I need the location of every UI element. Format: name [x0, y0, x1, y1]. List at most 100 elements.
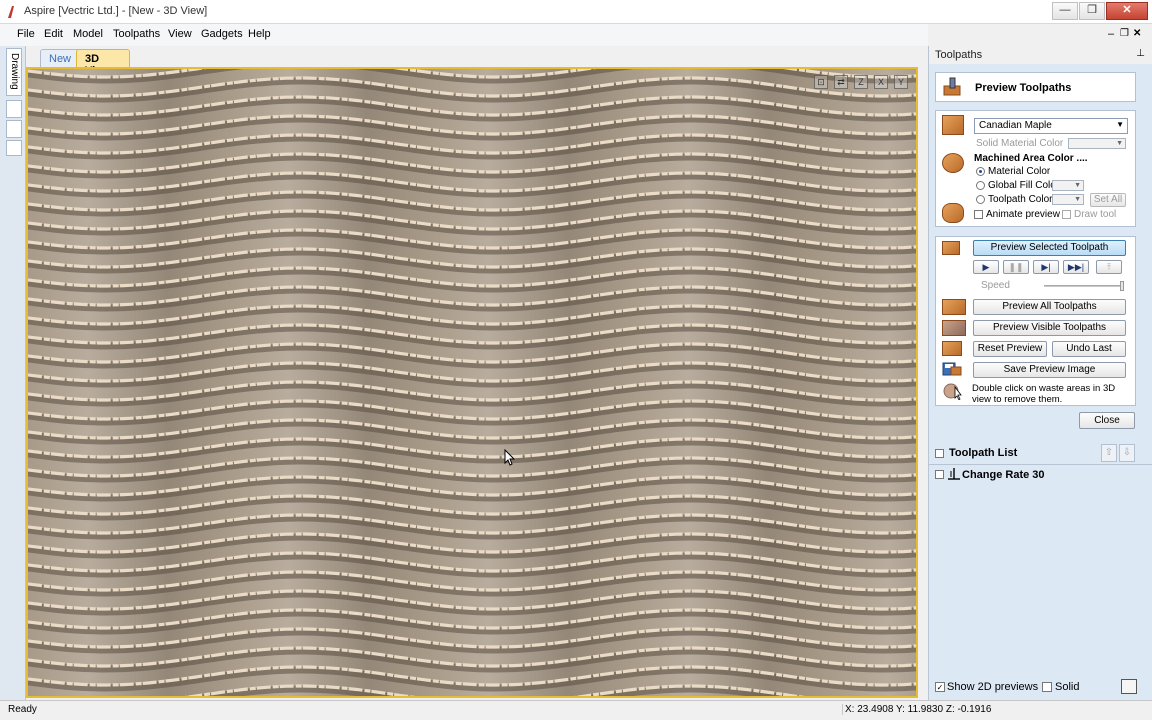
- menu-edit[interactable]: Edit: [44, 28, 63, 40]
- panel-bottom-options: ✓ Show 2D previews Solid: [929, 678, 1152, 696]
- machined-area-icon: [942, 153, 964, 173]
- toolpath-color-swatch[interactable]: ▼: [1052, 194, 1084, 205]
- draw-tool-label: Draw tool: [1074, 209, 1117, 220]
- preview-visible-toolpaths-button[interactable]: Preview Visible Toolpaths: [973, 320, 1126, 336]
- waste-area-icon: [943, 383, 962, 400]
- global-fill-color-label: Global Fill Color: [988, 180, 1060, 191]
- speed-slider-knob[interactable]: [1120, 281, 1124, 291]
- wave-carving-render: [28, 69, 916, 696]
- toolpath-type-icon: [948, 468, 960, 480]
- speed-slider[interactable]: [1044, 281, 1124, 291]
- draw-tool-checkbox[interactable]: [1062, 210, 1071, 219]
- solid-material-color-label: Solid Material Color: [976, 138, 1064, 149]
- global-fill-color-radio[interactable]: [976, 181, 985, 190]
- move-up-button[interactable]: ⇧: [1101, 444, 1117, 462]
- preview-all-toolpaths-button[interactable]: Preview All Toolpaths: [973, 299, 1126, 315]
- show-2d-previews-checkbox[interactable]: ✓: [935, 682, 945, 692]
- toolpath-color-radio[interactable]: [976, 195, 985, 204]
- undo-last-button[interactable]: Undo Last: [1052, 341, 1126, 357]
- status-bar: Ready X: 23.4908 Y: 11.9830 Z: -0.1916: [0, 700, 1152, 720]
- save-image-icon: [942, 362, 962, 376]
- iso-view-icon[interactable]: ⇄: [834, 75, 848, 89]
- clipboard-icon[interactable]: [1121, 679, 1137, 694]
- y-view-icon[interactable]: Y: [894, 75, 908, 89]
- doc-restore-button[interactable]: ❐: [1120, 28, 1129, 39]
- solid-material-color-swatch[interactable]: ▼: [1068, 138, 1126, 149]
- panel-header: Toolpaths ⊥: [929, 46, 1152, 64]
- step-button[interactable]: ▶|: [1033, 260, 1059, 274]
- toolpath-list-checkbox[interactable]: [935, 449, 944, 458]
- move-down-button[interactable]: ⇩: [1119, 444, 1135, 462]
- preview-selected-toolpath-button[interactable]: Preview Selected Toolpath: [973, 240, 1126, 256]
- close-panel-button[interactable]: Close: [1079, 412, 1135, 429]
- left-tab-strip: Drawing: [0, 46, 26, 700]
- menu-file[interactable]: File: [17, 28, 35, 40]
- fast-forward-button[interactable]: ▶▶|: [1063, 260, 1089, 274]
- material-dropdown[interactable]: Canadian Maple ▼: [974, 118, 1128, 134]
- doc-minimize-button[interactable]: –: [1108, 28, 1114, 40]
- drawing-tab[interactable]: Drawing: [6, 48, 22, 96]
- toolpath-list-item[interactable]: Change Rate 30: [929, 464, 1152, 484]
- z-view-icon[interactable]: Z: [854, 75, 868, 89]
- 3d-view-canvas[interactable]: ⊡ ⇄ Z X Y: [26, 67, 918, 698]
- show-2d-previews-label: Show 2D previews: [947, 681, 1039, 693]
- left-tab-2[interactable]: [6, 100, 22, 118]
- reset-preview-icon: [942, 341, 962, 356]
- play-button[interactable]: ▶: [973, 260, 999, 274]
- to-top-button[interactable]: ⤒: [1096, 260, 1122, 274]
- cursor-coordinates: X: 23.4908 Y: 11.9830 Z: -0.1916: [842, 704, 1092, 715]
- material-wood-icon: [942, 115, 964, 135]
- title-bar: Aspire [Vectric Ltd.] - [New - 3D View] …: [0, 0, 1152, 24]
- mouse-cursor-icon: [504, 449, 516, 466]
- toolpaths-panel: Toolpaths ⊥ Preview Toolpaths Canadian M…: [928, 46, 1152, 700]
- material-color-label: Material Color: [988, 166, 1051, 177]
- pause-button[interactable]: ❚❚: [1003, 260, 1029, 274]
- close-window-button[interactable]: ✕: [1106, 2, 1148, 20]
- menu-model[interactable]: Model: [73, 28, 103, 40]
- toolpath-item-name: Change Rate 30: [962, 469, 1045, 481]
- zoom-extents-icon[interactable]: ⊡: [814, 75, 828, 89]
- doc-close-button[interactable]: ✕: [1133, 28, 1141, 39]
- set-all-button[interactable]: Set All: [1090, 193, 1126, 207]
- preview-toolpaths-header: Preview Toolpaths: [935, 72, 1136, 102]
- preview-toolpaths-title: Preview Toolpaths: [975, 82, 1072, 94]
- panel-title: Toolpaths: [935, 49, 983, 61]
- view-orientation-toolbar: ⊡ ⇄ Z X Y: [814, 75, 908, 89]
- preview-toolpaths-icon: [943, 77, 961, 96]
- pin-icon[interactable]: ⊥: [1136, 48, 1145, 59]
- toolpath-list-title: Toolpath List: [949, 447, 1018, 459]
- window-title: Aspire [Vectric Ltd.] - [New - 3D View]: [24, 5, 208, 17]
- material-settings-box: Canadian Maple ▼ Solid Material Color ▼ M…: [935, 110, 1136, 227]
- toolpath-item-checkbox[interactable]: [935, 470, 944, 479]
- status-text: Ready: [8, 704, 37, 715]
- animate-preview-label: Animate preview: [986, 209, 1060, 220]
- menu-view[interactable]: View: [168, 28, 192, 40]
- left-tab-3[interactable]: [6, 120, 22, 138]
- solid-checkbox[interactable]: [1042, 682, 1052, 692]
- minimize-button[interactable]: —: [1052, 2, 1078, 20]
- chevron-down-icon: ▼: [1116, 120, 1124, 129]
- preview-visible-icon: [942, 320, 966, 336]
- menu-gadgets[interactable]: Gadgets: [201, 28, 243, 40]
- menu-help[interactable]: Help: [248, 28, 271, 40]
- tab-3d-view[interactable]: 3D View: [76, 49, 130, 77]
- material-color-radio[interactable]: [976, 167, 985, 176]
- speed-label: Speed: [981, 280, 1010, 291]
- menu-toolpaths[interactable]: Toolpaths: [113, 28, 160, 40]
- preview-controls-box: Preview Selected Toolpath ▶ ❚❚ ▶| ▶▶| ⤒ …: [935, 236, 1136, 406]
- tab-new[interactable]: New: [40, 49, 80, 68]
- animate-preview-icon: [942, 203, 964, 223]
- animate-preview-checkbox[interactable]: [974, 210, 983, 219]
- restore-button[interactable]: ❐: [1079, 2, 1105, 20]
- left-tab-4[interactable]: [6, 140, 22, 156]
- document-tab-bar: New 3D View: [26, 46, 928, 77]
- solid-label: Solid: [1055, 681, 1080, 693]
- toolpath-color-label: Toolpath Color: [988, 194, 1053, 205]
- preview-all-icon: [942, 299, 966, 315]
- x-view-icon[interactable]: X: [874, 75, 888, 89]
- save-preview-image-button[interactable]: Save Preview Image: [973, 362, 1126, 378]
- reset-preview-button[interactable]: Reset Preview: [973, 341, 1047, 357]
- machined-area-color-label: Machined Area Color ....: [974, 153, 1088, 164]
- global-fill-color-swatch[interactable]: ▼: [1052, 180, 1084, 191]
- waste-area-hint: Double click on waste areas in 3D view t…: [972, 383, 1116, 405]
